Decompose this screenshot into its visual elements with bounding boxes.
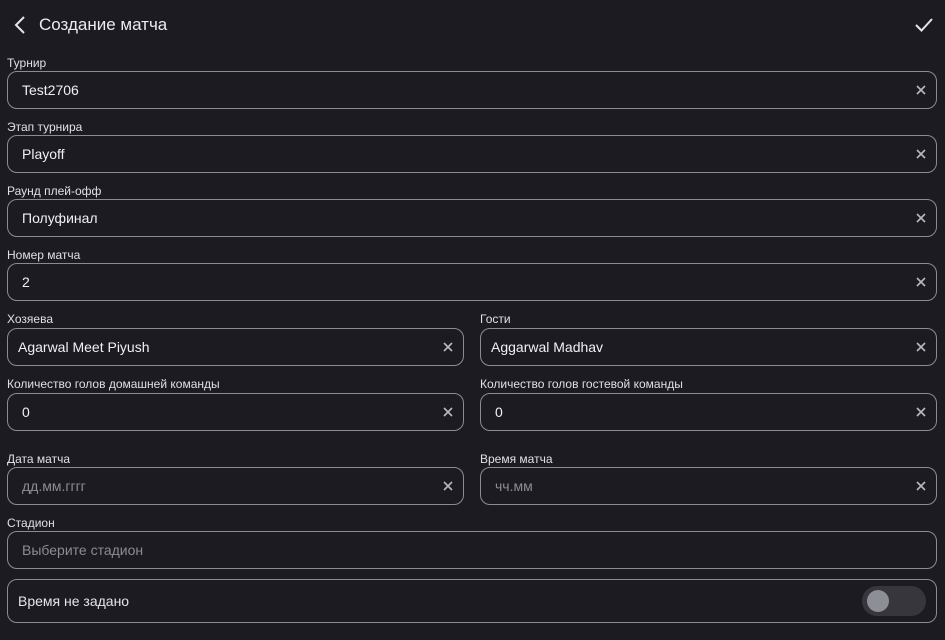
guest-team-field[interactable]: Aggarwal Madhav <box>480 328 937 366</box>
time-not-set-label: Время не задано <box>18 593 130 609</box>
home-team-label: Хозяева <box>7 312 53 326</box>
match-number-field[interactable]: 2 <box>7 263 937 301</box>
close-icon <box>916 407 926 417</box>
confirm-button[interactable] <box>911 12 937 38</box>
chevron-left-icon <box>14 16 25 34</box>
home-team-clear-button[interactable] <box>439 338 457 356</box>
guest-goals-value: 0 <box>495 404 503 420</box>
match-number-value: 2 <box>22 274 30 290</box>
match-time-clear-button[interactable] <box>912 477 930 495</box>
match-time-label: Время матча <box>480 452 553 466</box>
home-goals-label: Количество голов домашней команды <box>7 377 220 391</box>
tournament-field[interactable]: Test2706 <box>7 71 937 109</box>
stage-value: Playoff <box>22 146 65 162</box>
match-date-field[interactable]: дд.мм.гггг <box>7 467 464 505</box>
tournament-label: Турнир <box>7 56 47 70</box>
stadium-label: Стадион <box>7 516 55 530</box>
stage-clear-button[interactable] <box>912 145 930 163</box>
stage-field[interactable]: Playoff <box>7 135 937 173</box>
match-date-clear-button[interactable] <box>439 477 457 495</box>
match-date-label: Дата матча <box>7 452 70 466</box>
close-icon <box>916 213 926 223</box>
page-title: Создание матча <box>39 15 168 34</box>
back-button[interactable] <box>8 12 32 38</box>
tournament-value: Test2706 <box>22 82 79 98</box>
close-icon <box>916 85 926 95</box>
round-label: Раунд плей-офф <box>7 184 102 198</box>
match-number-clear-button[interactable] <box>912 273 930 291</box>
tournament-clear-button[interactable] <box>912 81 930 99</box>
guest-goals-clear-button[interactable] <box>912 403 930 421</box>
guest-team-clear-button[interactable] <box>912 338 930 356</box>
close-icon <box>443 342 453 352</box>
time-not-set-switch[interactable] <box>862 586 926 616</box>
close-icon <box>443 481 453 491</box>
close-icon <box>916 481 926 491</box>
guest-goals-label: Количество голов гостевой команды <box>480 377 683 391</box>
guest-team-value: Aggarwal Madhav <box>491 339 604 355</box>
match-time-placeholder: чч.мм <box>495 478 533 494</box>
close-icon <box>916 149 926 159</box>
switch-knob <box>867 590 889 612</box>
close-icon <box>916 342 926 352</box>
match-date-placeholder: дд.мм.гггг <box>22 478 86 494</box>
home-team-value: Agarwal Meet Piyush <box>18 339 150 355</box>
check-icon <box>915 18 933 32</box>
stadium-placeholder: Выберите стадион <box>22 542 144 558</box>
round-field[interactable]: Полуфинал <box>7 199 937 237</box>
stadium-select[interactable]: Выберите стадион <box>7 531 937 569</box>
match-time-field[interactable]: чч.мм <box>480 467 937 505</box>
home-team-field[interactable]: Agarwal Meet Piyush <box>7 328 464 366</box>
round-clear-button[interactable] <box>912 209 930 227</box>
guest-team-label: Гости <box>480 312 511 326</box>
time-not-set-row[interactable]: Время не задано <box>7 579 937 623</box>
app-bar: Создание матча <box>0 0 945 52</box>
guest-goals-field[interactable]: 0 <box>480 393 937 431</box>
stage-label: Этап турнира <box>7 120 83 134</box>
home-goals-clear-button[interactable] <box>439 403 457 421</box>
match-number-label: Номер матча <box>7 248 81 262</box>
home-goals-value: 0 <box>22 404 30 420</box>
close-icon <box>916 277 926 287</box>
home-goals-field[interactable]: 0 <box>7 393 464 431</box>
close-icon <box>443 407 453 417</box>
round-value: Полуфинал <box>22 210 98 226</box>
